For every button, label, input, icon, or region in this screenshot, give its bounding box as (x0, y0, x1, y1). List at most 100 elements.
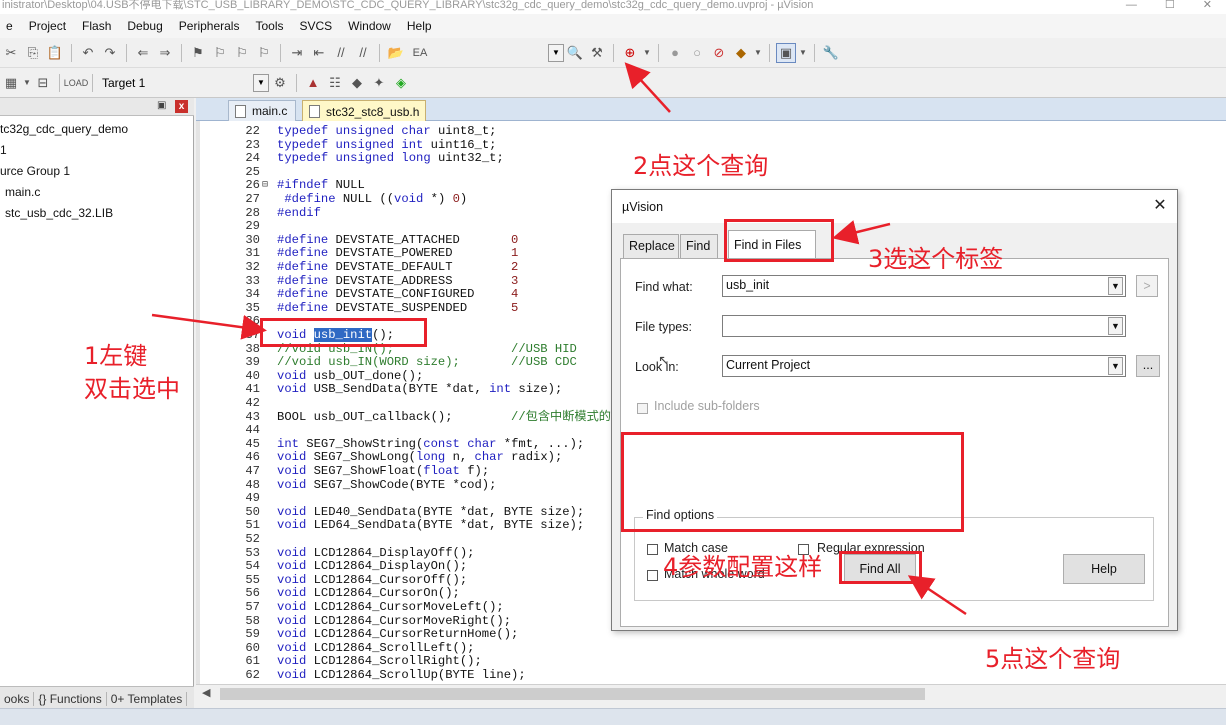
file-types-label: File types: (635, 320, 692, 334)
chevron-down-icon[interactable]: ▼ (1108, 277, 1123, 295)
breakpoint-disable-icon[interactable]: ○ (687, 43, 707, 63)
minimize-icon[interactable]: — (1126, 0, 1137, 14)
scrollbar-thumb[interactable] (220, 688, 925, 700)
close-window-icon[interactable]: ✕ (1203, 0, 1212, 14)
cut-icon[interactable]: ✂ (1, 43, 21, 63)
code-text: void LCD12864_ScrollUp(BYTE line); (277, 668, 526, 682)
incremental-find-icon[interactable]: ⚒ (587, 43, 607, 63)
target-select-dropdown[interactable]: ▼ (253, 73, 269, 92)
redo-icon[interactable]: ↷ (100, 43, 120, 63)
close-icon[interactable]: ✕ (1150, 196, 1170, 216)
tab-replace[interactable]: Replace (623, 234, 679, 258)
code-text: #define DEVSTATE_DEFAULT 2 (277, 260, 519, 274)
toolbar-separator (814, 43, 815, 62)
kill-breakpoints-icon[interactable]: ⊘ (709, 43, 729, 63)
close-icon[interactable]: x (175, 100, 188, 113)
scroll-left-icon[interactable]: ◀ (202, 686, 210, 699)
debug-session-icon[interactable]: ⊕ (620, 43, 640, 63)
browse-button[interactable]: ... (1136, 355, 1160, 377)
target-select[interactable]: Target 1 (98, 73, 253, 93)
menu-item-project[interactable]: Project (23, 19, 76, 33)
chevron-down-icon[interactable]: ▼ (798, 43, 808, 63)
fold-toggle-icon[interactable]: ⊟ (262, 179, 272, 193)
batch-build-icon[interactable]: ▦ (1, 73, 21, 93)
tab-find[interactable]: Find (680, 234, 718, 258)
menu-item-edit[interactable]: e (0, 19, 23, 33)
indent-icon[interactable]: ⇥ (287, 43, 307, 63)
run-time-env-icon[interactable]: ◈ (391, 73, 411, 93)
find-in-files-icon[interactable]: 🔍 (565, 43, 585, 63)
menu-item-flash[interactable]: Flash (76, 19, 121, 33)
code-text: void LCD12864_CursorOn(); (277, 586, 460, 601)
prev-bookmark-icon[interactable]: ⚐ (210, 43, 230, 63)
pack-installer-icon[interactable]: ◆ (347, 73, 367, 93)
mouse-cursor-icon: ↖ (658, 352, 670, 368)
manage-project-items-icon[interactable]: ▲ (303, 73, 323, 93)
download-icon[interactable]: LOAD (64, 73, 89, 93)
select-packs-icon[interactable]: ✦ (369, 73, 389, 93)
maximize-icon[interactable]: ☐ (1165, 0, 1175, 14)
tab-stc32-stc8-usb-h[interactable]: stc32_stc8_usb.h (302, 100, 426, 122)
window-layout-icon[interactable]: ▣ (776, 42, 796, 63)
menu-item-peripherals[interactable]: Peripherals (173, 19, 250, 33)
bookmark-icon[interactable]: ⚑ (188, 43, 208, 63)
unindent-icon[interactable]: ⇤ (309, 43, 329, 63)
clear-bookmarks-icon[interactable]: ⚐ (254, 43, 274, 63)
chevron-down-icon[interactable]: ▼ (753, 43, 763, 63)
tab-functions[interactable]: {} Functions (34, 691, 107, 706)
include-subfolders-checkbox[interactable] (637, 403, 648, 414)
horizontal-scrollbar[interactable]: ◀ (196, 684, 1226, 702)
file-extensions-icon[interactable]: ☷ (325, 73, 345, 93)
nav-forward-icon[interactable]: ⇒ (155, 43, 175, 63)
pin-icon[interactable]: ▣ (157, 100, 169, 112)
look-in-combo[interactable]: Current Project ▼ (722, 355, 1126, 377)
chevron-down-icon[interactable]: ▼ (1108, 317, 1123, 335)
tree-project-root[interactable]: tc32g_cdc_query_demo (0, 122, 128, 136)
toolbar-separator (126, 43, 127, 62)
tree-source-group[interactable]: urce Group 1 (0, 164, 70, 178)
uncomment-icon[interactable]: // (353, 43, 373, 63)
menu-item-window[interactable]: Window (342, 19, 401, 33)
file-types-combo[interactable]: ▼ (722, 315, 1126, 337)
code-line[interactable]: 22 typedef unsigned char uint8_t; (200, 124, 1100, 139)
menu-item-tools[interactable]: Tools (249, 19, 293, 33)
open-file-icon[interactable]: 📂 (386, 43, 406, 63)
menu-item-svcs[interactable]: SVCS (293, 19, 342, 33)
stop-build-icon[interactable]: ⊟ (33, 73, 53, 93)
paste-icon[interactable]: 📋 (45, 43, 65, 63)
match-whole-word-checkbox[interactable] (647, 570, 658, 581)
ea-label[interactable]: EA (408, 43, 432, 63)
chevron-down-icon[interactable]: ▼ (642, 43, 652, 63)
line-number: 45 (245, 436, 260, 451)
find-next-button[interactable]: > (1136, 275, 1158, 297)
tree-file-lib[interactable]: stc_usb_cdc_32.LIB (5, 206, 113, 220)
tab-main-c[interactable]: main.c (228, 100, 296, 121)
breakpoint-icon[interactable]: ● (665, 43, 685, 63)
help-button[interactable]: Help (1063, 554, 1145, 584)
code-line[interactable]: 61 void LCD12864_ScrollRight(); (200, 655, 1100, 669)
nav-back-icon[interactable]: ⇐ (133, 43, 153, 63)
toolbar-separator (92, 73, 93, 92)
next-bookmark-icon[interactable]: ⚐ (232, 43, 252, 63)
configure-icon[interactable]: 🔧 (821, 43, 841, 63)
tab-templates[interactable]: 0+ Templates (107, 691, 188, 706)
tree-target[interactable]: 1 (0, 143, 7, 157)
code-line[interactable]: 60 void LCD12864_ScrollLeft(); (200, 641, 1100, 656)
tab-books[interactable]: ooks (0, 691, 35, 706)
tree-file-main-c[interactable]: main.c (5, 185, 40, 199)
line-number: 23 (245, 137, 260, 152)
code-text: void LCD12864_DisplayOff(); (277, 545, 475, 560)
target-options-icon[interactable]: ◆ (731, 43, 751, 63)
undo-icon[interactable]: ↶ (78, 43, 98, 63)
chevron-down-icon[interactable]: ▼ (1108, 357, 1123, 375)
chevron-down-icon[interactable]: ▼ (23, 73, 31, 93)
find-what-combo[interactable]: usb_init ▼ (722, 275, 1126, 297)
copy-icon[interactable]: ⎘ (23, 43, 43, 63)
find-combo-dropdown[interactable]: ▼ (548, 43, 564, 62)
menu-item-help[interactable]: Help (401, 19, 442, 33)
comment-icon[interactable]: // (331, 43, 351, 63)
match-case-checkbox[interactable] (647, 544, 658, 555)
code-line[interactable]: 62 void LCD12864_ScrollUp(BYTE line); (200, 668, 1100, 683)
menu-item-debug[interactable]: Debug (121, 19, 172, 33)
options-for-target-icon[interactable]: ⚙ (270, 73, 290, 93)
